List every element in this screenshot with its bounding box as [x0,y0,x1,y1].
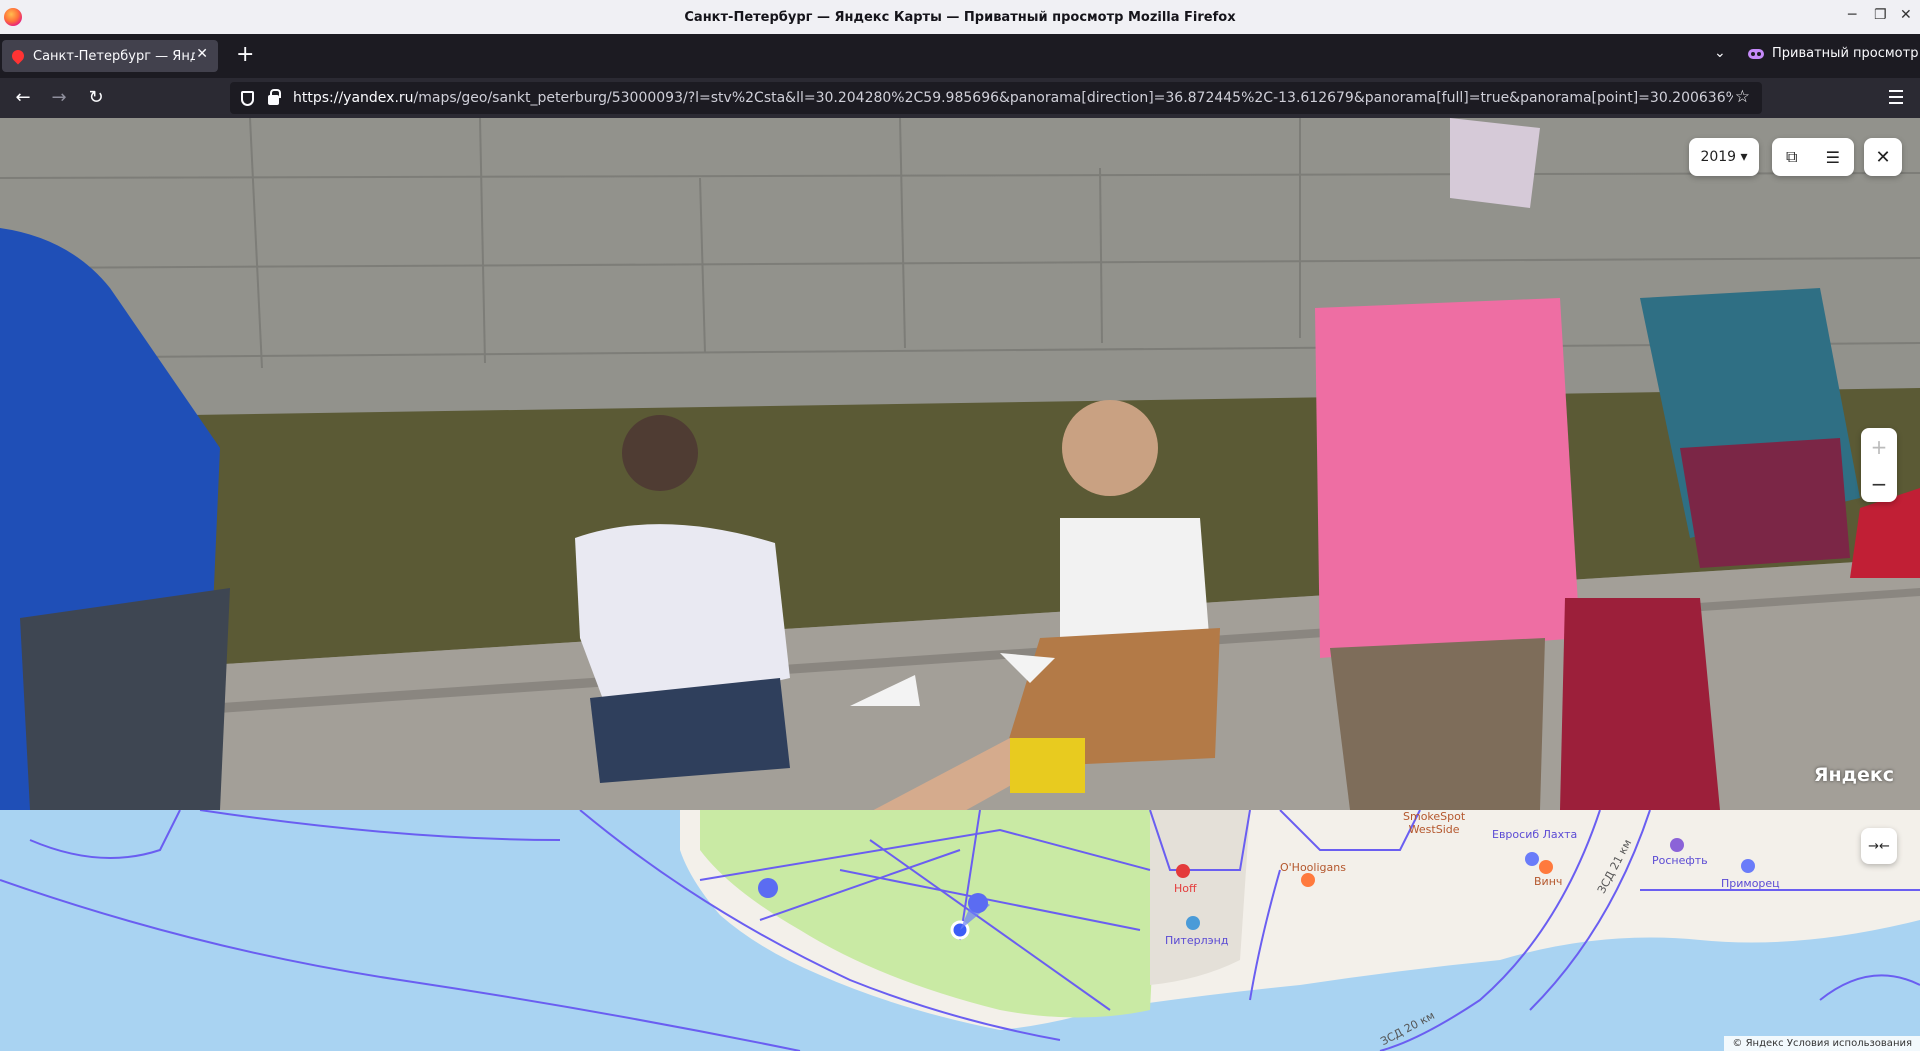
private-mask-icon [1748,48,1764,59]
hamburger-menu-icon[interactable] [1884,86,1908,110]
back-arrow-icon[interactable]: ← [11,86,35,110]
label-vinch: Винч [1534,875,1563,888]
primorets-pin-icon[interactable] [1741,859,1755,873]
hoff-pin-icon[interactable] [1176,864,1190,878]
window-title: Санкт-Петербург — Яндекс Карты — Приватн… [684,9,1236,25]
reload-icon[interactable]: ↻ [84,86,108,110]
label-evrosib: Евросиб Лахта [1492,828,1578,841]
list-tabs-chevron-icon[interactable]: ⌄ [1714,45,1726,61]
zoom-out-icon[interactable]: − [1871,472,1888,496]
url-text[interactable]: https://yandex.ru/maps/geo/sankt_peterbu… [293,90,1733,106]
map-copyright[interactable]: © Яндекс Условия использования [1724,1036,1920,1051]
year-selector[interactable]: 2019 ▾ [1689,138,1759,176]
year-value: 2019 [1700,149,1737,165]
minimize-icon[interactable]: ─ [1848,7,1856,23]
label-rosneft: Роснефть [1652,854,1708,867]
label-ohooligans: O'Hooligans [1280,861,1346,874]
bus-stop-pin-icon[interactable] [1525,852,1539,866]
label-piterland: Питерлэнд [1165,934,1229,947]
collapse-map-button[interactable]: →← [1861,828,1897,864]
mini-map[interactable]: SmokeSpot WestSide Евросиб Лахта Роснефт… [0,810,1920,1051]
vinch-pin-icon[interactable] [1539,860,1553,874]
label-smokespot: SmokeSpot WestSide [1403,810,1466,836]
zoom-in-icon[interactable]: + [1871,435,1888,459]
tab-yandex-maps[interactable]: Санкт-Петербург — Яндекс Карты ✕ [2,40,218,72]
menu-lines-icon[interactable]: ☰ [1826,148,1840,167]
bookmark-star-icon[interactable]: ☆ [1735,87,1750,107]
new-tab-button[interactable]: + [236,41,254,69]
pub-pin-icon[interactable] [1301,873,1315,887]
address-bar[interactable]: https://yandex.ru/maps/geo/sankt_peterbu… [230,82,1762,114]
tab-label: Санкт-Петербург — Яндекс Карты [33,48,195,64]
window-titlebar: Санкт-Петербург — Яндекс Карты — Приватн… [0,0,1920,34]
lock-icon[interactable] [268,89,281,105]
restore-icon[interactable]: ❐ [1874,7,1887,23]
close-tab-icon[interactable]: ✕ [196,46,208,62]
label-hoff: Hoff [1174,882,1197,895]
tab-bar: Санкт-Петербург — Яндекс Карты ✕ + ⌄ При… [0,34,1920,78]
close-panorama-button[interactable]: ✕ [1864,138,1902,176]
piterland-pin-icon[interactable] [1186,916,1200,930]
label-primorets: Приморец [1721,877,1780,890]
close-window-icon[interactable]: ✕ [1900,7,1912,23]
panorama-scene [0,118,1920,810]
rosneft-pin-icon[interactable] [1670,838,1684,852]
zoom-controls: + − [1861,428,1897,502]
private-label: Приватный просмотр [1772,46,1919,61]
private-browsing-indicator: Приватный просмотр [1748,46,1918,61]
panorama-tools-group: ⧉ ☰ [1772,138,1854,176]
yandex-watermark: Яндекс [1813,764,1894,786]
firefox-logo-icon [4,8,22,26]
street-panorama[interactable]: 2019 ▾ ⧉ ☰ ✕ + − Яндекс [0,118,1920,810]
tracking-shield-icon[interactable] [241,90,254,106]
open-external-icon[interactable]: ⧉ [1786,147,1797,167]
forward-arrow-icon[interactable]: → [47,86,71,110]
navigation-toolbar: ← → ↻ https://yandex.ru/maps/geo/sankt_p… [0,78,1920,118]
map-pin-favicon-icon [9,47,27,65]
